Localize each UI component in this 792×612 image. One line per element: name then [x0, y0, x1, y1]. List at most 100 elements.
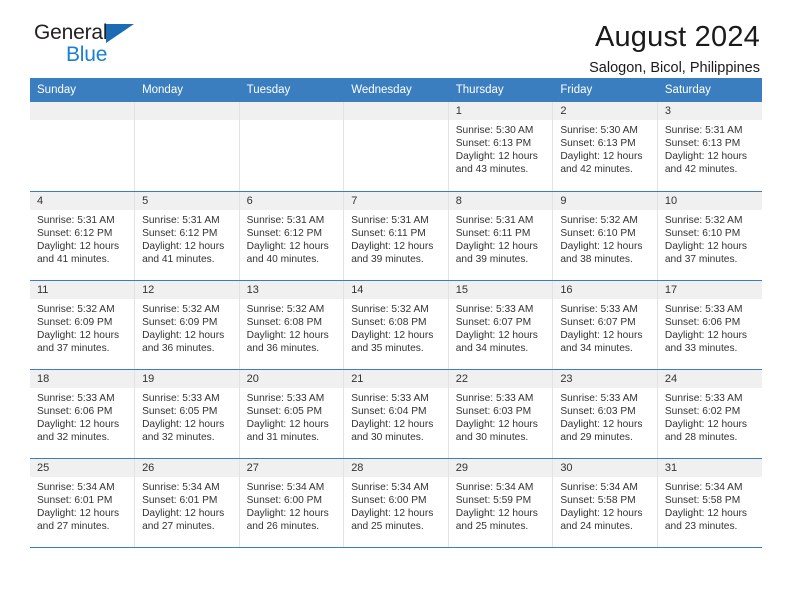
calendar-day-cell[interactable]: 23 Sunrise: 5:33 AM Sunset: 6:03 PM Dayligh… — [552, 369, 658, 459]
calendar-day-cell[interactable]: 4 Sunrise: 5:31 AM Sunset: 6:12 PM Daylight… — [30, 191, 136, 281]
calendar-day-cell[interactable]: 10 Sunrise: 5:32 AM Sunset: 6:10 PM Dayligh… — [657, 191, 762, 281]
day-number: 17 — [657, 280, 762, 299]
day-number: 6 — [239, 191, 344, 210]
sunset-text: Sunset: 6:10 PM — [664, 227, 741, 239]
calendar-day-cell[interactable]: 26 Sunrise: 5:34 AM Sunset: 6:01 PM Dayligh… — [134, 458, 240, 548]
calendar-day-cell[interactable]: 27 Sunrise: 5:34 AM Sunset: 6:00 PM Dayligh… — [239, 458, 345, 548]
day-number: 12 — [135, 280, 239, 299]
daylight-text-line2: and 36 minutes. — [142, 342, 215, 354]
sunset-text: Sunset: 6:12 PM — [37, 227, 113, 239]
calendar-day-cell[interactable]: 21 Sunrise: 5:33 AM Sunset: 6:04 PM Dayligh… — [343, 369, 449, 459]
weekday-header-row: Sunday Monday Tuesday Wednesday Thursday… — [30, 78, 762, 102]
day-number: 20 — [239, 369, 344, 388]
calendar-day-cell[interactable]: 1 Sunrise: 5:30 AM Sunset: 6:13 PM Daylight… — [448, 102, 554, 192]
day-details: Sunrise: 5:32 AM Sunset: 6:10 PM Daylight:… — [658, 210, 762, 266]
sunrise-text: Sunrise: 5:34 AM — [664, 481, 743, 493]
sunset-text: Sunset: 6:00 PM — [351, 494, 427, 506]
daylight-text-line1: Daylight: 12 hours — [664, 151, 747, 163]
calendar-day-cell[interactable]: 12 Sunrise: 5:32 AM Sunset: 6:09 PM Dayligh… — [134, 280, 240, 370]
daylight-text-line2: and 30 minutes. — [455, 431, 529, 443]
daylight-text-line1: Daylight: 12 hours — [37, 507, 120, 519]
calendar-cell-empty — [239, 102, 345, 192]
sunrise-text: Sunrise: 5:34 AM — [351, 481, 429, 493]
calendar-day-cell[interactable]: 29 Sunrise: 5:34 AM Sunset: 5:59 PM Dayligh… — [448, 458, 554, 548]
sunset-text: Sunset: 6:03 PM — [560, 405, 636, 417]
sunrise-text: Sunrise: 5:30 AM — [455, 125, 534, 136]
day-details: Sunrise: 5:31 AM Sunset: 6:12 PM Daylight:… — [30, 210, 134, 266]
calendar-day-cell[interactable]: 20 Sunrise: 5:33 AM Sunset: 6:05 PM Dayligh… — [239, 369, 345, 459]
daylight-text-line1: Daylight: 12 hours — [560, 418, 643, 430]
day-details: Sunrise: 5:33 AM Sunset: 6:03 PM Daylight:… — [449, 388, 553, 444]
day-number — [344, 102, 448, 120]
weekday-header-friday: Friday — [552, 78, 658, 102]
day-details: Sunrise: 5:31 AM Sunset: 6:12 PM Daylight:… — [135, 210, 239, 266]
day-details: Sunrise: 5:30 AM Sunset: 6:13 PM Daylight:… — [553, 120, 657, 176]
sunrise-text: Sunrise: 5:31 AM — [455, 214, 534, 226]
calendar-day-cell[interactable]: 9 Sunrise: 5:32 AM Sunset: 6:10 PM Daylight… — [552, 191, 658, 281]
calendar-day-cell[interactable]: 17 Sunrise: 5:33 AM Sunset: 6:06 PM Dayligh… — [657, 280, 762, 370]
day-details: Sunrise: 5:33 AM Sunset: 6:06 PM Daylight:… — [658, 299, 762, 355]
daylight-text-line2: and 24 minutes. — [560, 520, 633, 532]
calendar-week-row: 11 Sunrise: 5:32 AM Sunset: 6:09 PM Dayligh… — [30, 280, 762, 370]
daylight-text-line1: Daylight: 12 hours — [455, 507, 538, 519]
daylight-text-line1: Daylight: 12 hours — [246, 507, 329, 519]
daylight-text-line1: Daylight: 12 hours — [560, 329, 643, 341]
daylight-text-line2: and 43 minutes. — [455, 164, 529, 176]
sunset-text: Sunset: 5:58 PM — [560, 494, 636, 506]
daylight-text-line2: and 30 minutes. — [351, 431, 424, 443]
calendar-day-cell[interactable]: 18 Sunrise: 5:33 AM Sunset: 6:06 PM Dayligh… — [30, 369, 136, 459]
logo-text-blue: Blue — [66, 43, 108, 66]
day-details: Sunrise: 5:33 AM Sunset: 6:07 PM Daylight:… — [553, 299, 657, 355]
calendar-day-cell[interactable]: 31 Sunrise: 5:34 AM Sunset: 5:58 PM Dayligh… — [657, 458, 762, 548]
weekday-header-wednesday: Wednesday — [343, 78, 449, 102]
calendar-day-cell[interactable]: 14 Sunrise: 5:32 AM Sunset: 6:08 PM Dayligh… — [343, 280, 449, 370]
daylight-text-line1: Daylight: 12 hours — [664, 507, 747, 519]
daylight-text-line2: and 41 minutes. — [37, 253, 110, 265]
calendar-day-cell[interactable]: 5 Sunrise: 5:31 AM Sunset: 6:12 PM Daylight… — [134, 191, 240, 281]
day-number: 2 — [553, 102, 657, 120]
calendar-cell-empty — [134, 102, 240, 192]
sunrise-text: Sunrise: 5:30 AM — [560, 125, 638, 136]
calendar-day-cell[interactable]: 13 Sunrise: 5:32 AM Sunset: 6:08 PM Dayligh… — [239, 280, 345, 370]
daylight-text-line1: Daylight: 12 hours — [455, 240, 538, 252]
sunset-text: Sunset: 6:13 PM — [664, 138, 741, 150]
daylight-text-line2: and 37 minutes. — [664, 253, 738, 265]
sunset-text: Sunset: 6:03 PM — [455, 405, 532, 417]
daylight-text-line1: Daylight: 12 hours — [560, 151, 643, 163]
calendar-day-cell[interactable]: 19 Sunrise: 5:33 AM Sunset: 6:05 PM Dayligh… — [134, 369, 240, 459]
weekday-header-sunday: Sunday — [30, 78, 136, 102]
sunrise-text: Sunrise: 5:32 AM — [142, 303, 220, 315]
day-details: Sunrise: 5:34 AM Sunset: 6:00 PM Daylight:… — [344, 477, 448, 533]
day-number: 15 — [448, 280, 553, 299]
calendar-day-cell[interactable]: 30 Sunrise: 5:34 AM Sunset: 5:58 PM Dayligh… — [552, 458, 658, 548]
day-number: 25 — [30, 458, 135, 477]
sunrise-text: Sunrise: 5:33 AM — [351, 392, 429, 404]
sunrise-text: Sunrise: 5:34 AM — [246, 481, 325, 493]
sunset-text: Sunset: 6:10 PM — [560, 227, 636, 239]
sunrise-text: Sunrise: 5:32 AM — [664, 214, 743, 226]
sunset-text: Sunset: 6:05 PM — [142, 405, 218, 417]
calendar-day-cell[interactable]: 2 Sunrise: 5:30 AM Sunset: 6:13 PM Daylight… — [552, 102, 658, 192]
sunrise-text: Sunrise: 5:34 AM — [37, 481, 115, 493]
calendar-day-cell[interactable]: 15 Sunrise: 5:33 AM Sunset: 6:07 PM Dayligh… — [448, 280, 554, 370]
daylight-text-line1: Daylight: 12 hours — [455, 329, 538, 341]
calendar-day-cell[interactable]: 11 Sunrise: 5:32 AM Sunset: 6:09 PM Dayligh… — [30, 280, 136, 370]
calendar-day-cell[interactable]: 25 Sunrise: 5:34 AM Sunset: 6:01 PM Dayligh… — [30, 458, 136, 548]
calendar-day-cell[interactable]: 16 Sunrise: 5:33 AM Sunset: 6:07 PM Dayligh… — [552, 280, 658, 370]
logo-triangle-icon — [106, 24, 134, 43]
sunset-text: Sunset: 6:01 PM — [37, 494, 113, 506]
calendar-day-cell[interactable]: 8 Sunrise: 5:31 AM Sunset: 6:11 PM Daylight… — [448, 191, 554, 281]
calendar-day-cell[interactable]: 3 Sunrise: 5:31 AM Sunset: 6:13 PM Daylight… — [657, 102, 762, 192]
day-details: Sunrise: 5:34 AM Sunset: 6:01 PM Daylight:… — [30, 477, 134, 533]
day-details: Sunrise: 5:31 AM Sunset: 6:11 PM Daylight:… — [344, 210, 448, 266]
calendar-day-cell[interactable]: 22 Sunrise: 5:33 AM Sunset: 6:03 PM Dayligh… — [448, 369, 554, 459]
calendar-day-cell[interactable]: 28 Sunrise: 5:34 AM Sunset: 6:00 PM Dayligh… — [343, 458, 449, 548]
calendar-day-cell[interactable]: 6 Sunrise: 5:31 AM Sunset: 6:12 PM Daylight… — [239, 191, 345, 281]
day-number: 19 — [135, 369, 239, 388]
sunset-text: Sunset: 6:09 PM — [37, 316, 113, 328]
sunset-text: Sunset: 6:11 PM — [455, 227, 531, 239]
daylight-text-line2: and 32 minutes. — [142, 431, 215, 443]
calendar-day-cell[interactable]: 24 Sunrise: 5:33 AM Sunset: 6:02 PM Dayligh… — [657, 369, 762, 459]
day-number: 31 — [657, 458, 762, 477]
calendar-day-cell[interactable]: 7 Sunrise: 5:31 AM Sunset: 6:11 PM Daylight… — [343, 191, 449, 281]
